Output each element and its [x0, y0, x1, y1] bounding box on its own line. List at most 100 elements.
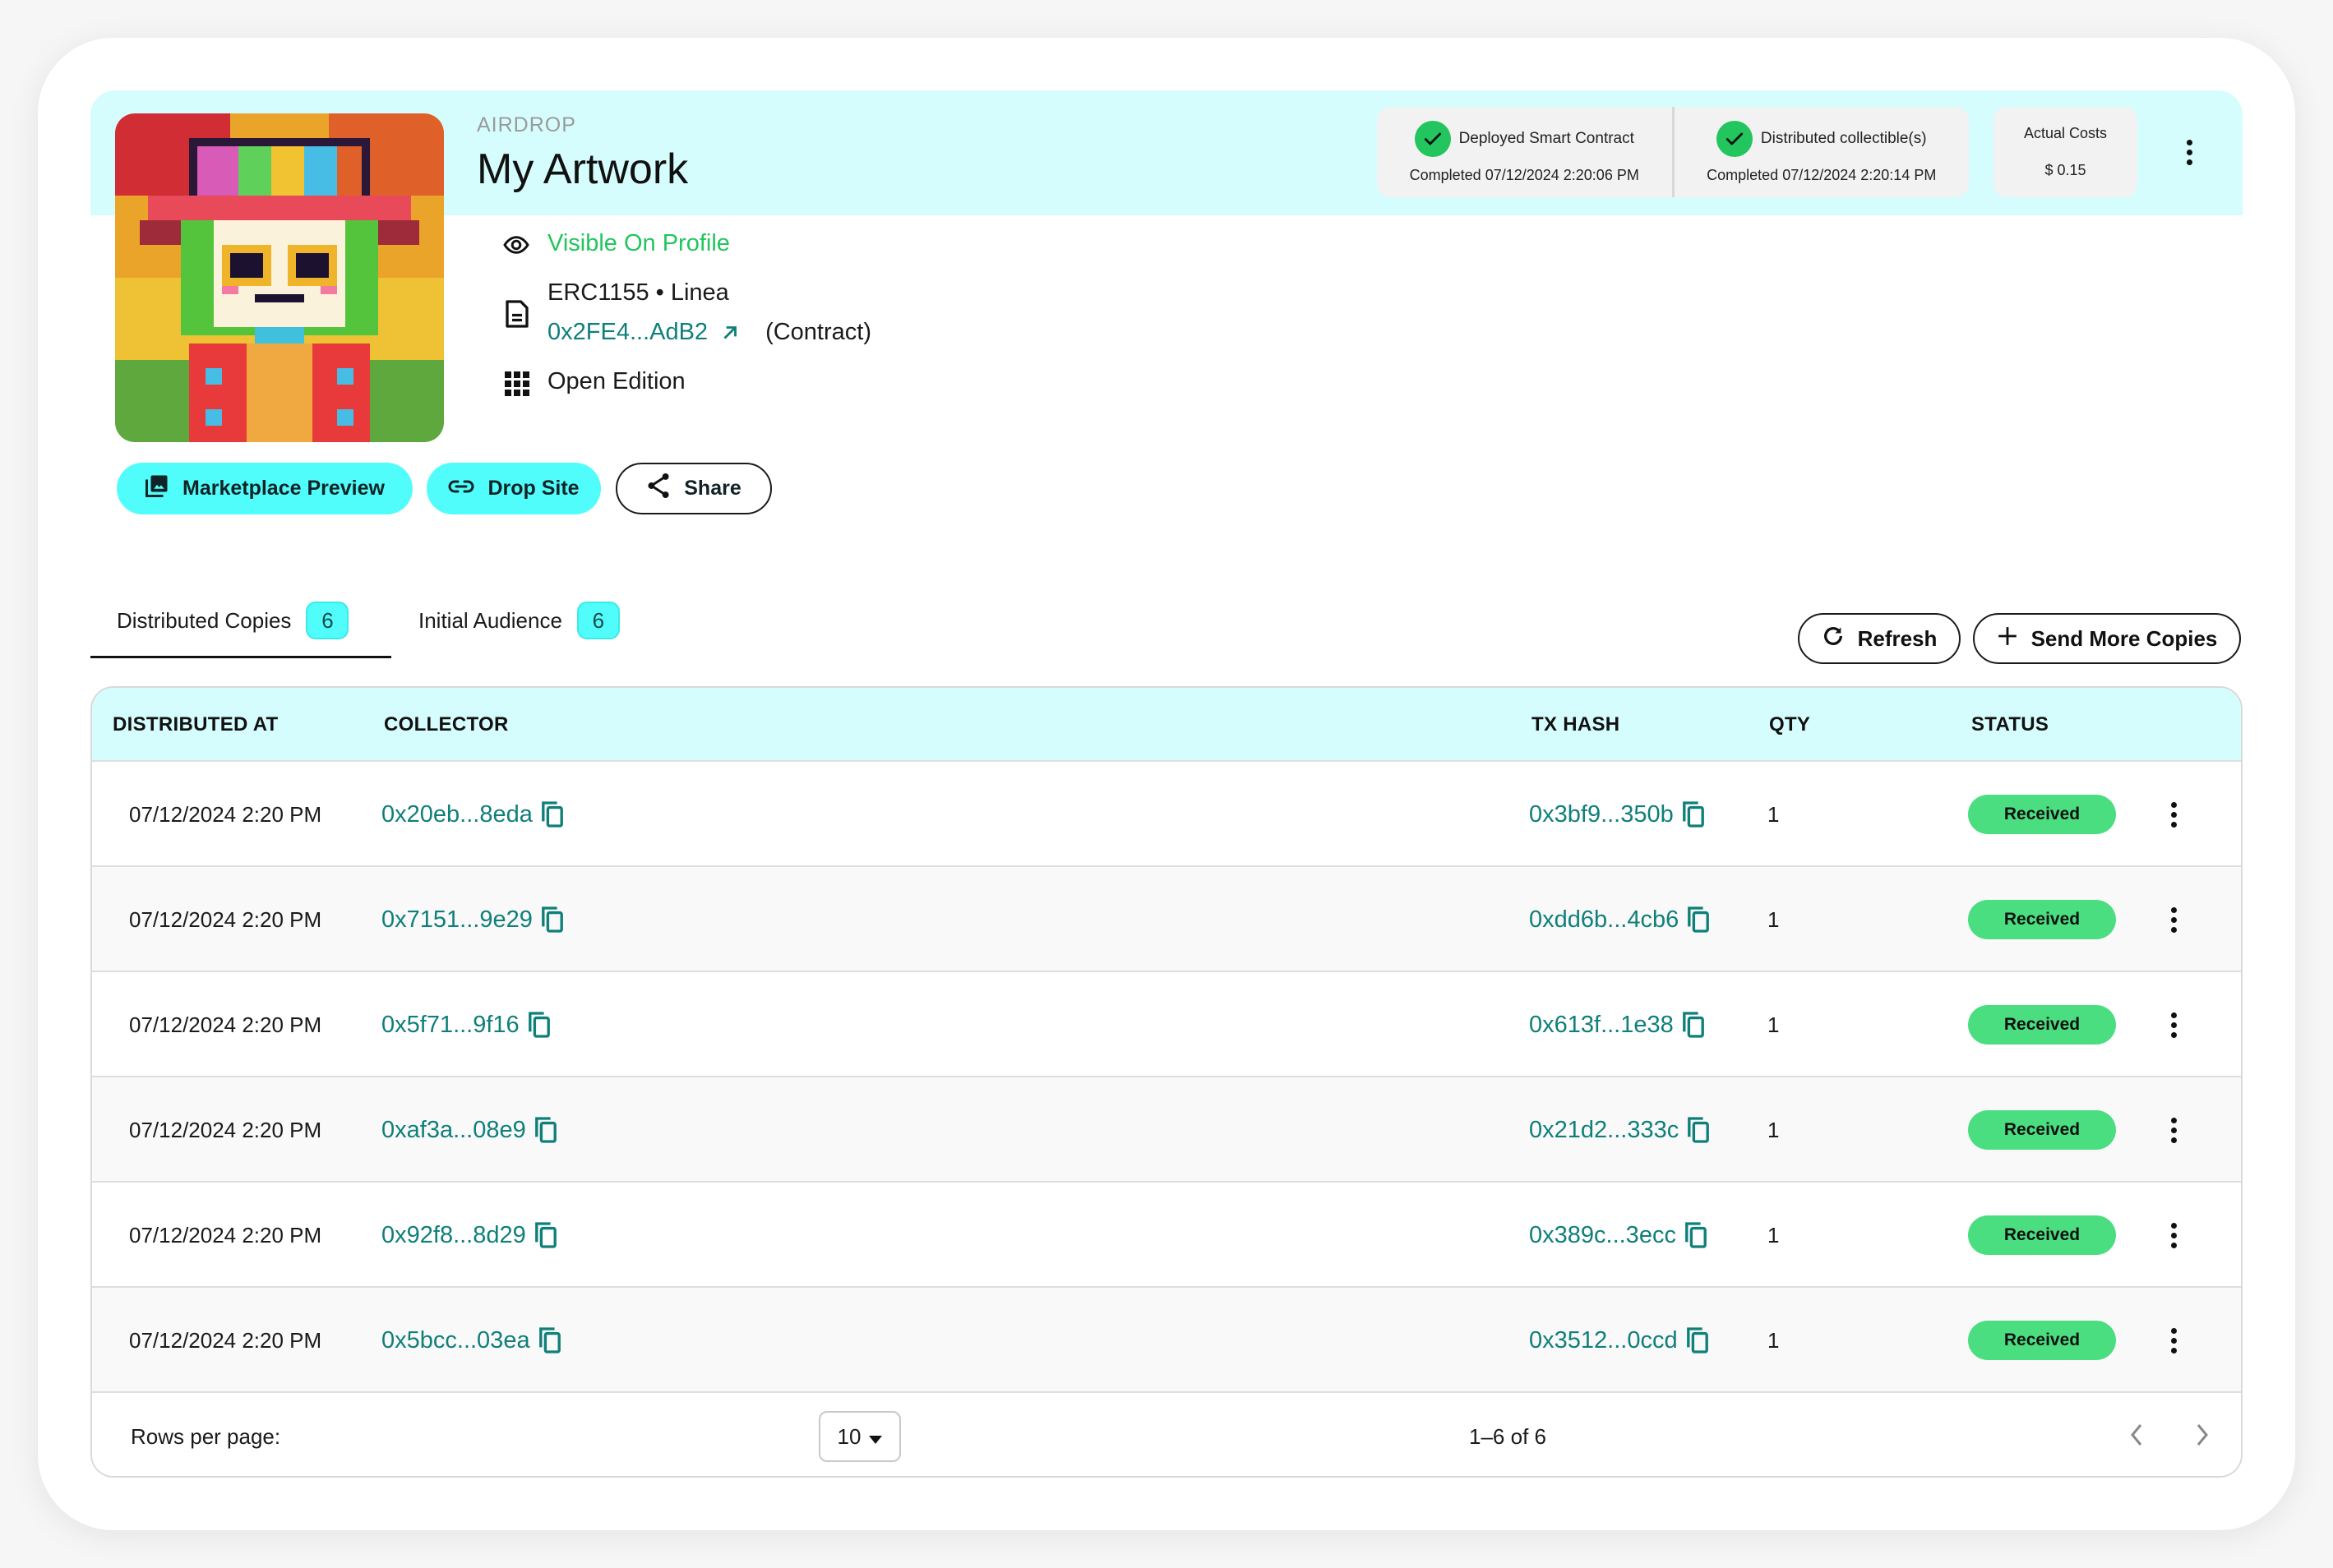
qty-cell: 1	[1767, 906, 1780, 932]
status-step-timestamp: Completed 07/12/2024 2:20:06 PM	[1409, 166, 1639, 183]
tx-hash-link[interactable]: 0x21d2...333c	[1529, 1117, 1679, 1144]
row-actions-button[interactable]	[2161, 1109, 2186, 1151]
tab-distributed-copies[interactable]: Distributed Copies 6	[117, 600, 349, 641]
copy-icon[interactable]	[1686, 1326, 1709, 1354]
tx-hash-link[interactable]: 0x389c...3ecc	[1529, 1222, 1676, 1249]
more-vertical-icon	[2170, 1117, 2177, 1123]
status-badge: Received	[1968, 1321, 2116, 1360]
more-vertical-icon	[2170, 906, 2177, 913]
row-actions-button[interactable]	[2161, 794, 2186, 835]
copy-icon[interactable]	[541, 800, 564, 828]
drop-site-label: Drop Site	[487, 477, 580, 500]
qty-cell: 1	[1767, 1222, 1780, 1247]
check-circle-icon	[1716, 120, 1753, 157]
tab-label: Initial Audience	[418, 607, 562, 633]
tx-hash-link[interactable]: 0xdd6b...4cb6	[1529, 906, 1679, 934]
status-step-label: Deployed Smart Contract	[1458, 129, 1634, 147]
rows-per-page-label: Rows per page:	[131, 1424, 281, 1449]
eye-icon	[501, 232, 531, 262]
rows-per-page-select[interactable]: 10	[819, 1411, 901, 1462]
column-header-distributed-at[interactable]: DISTRIBUTED AT	[113, 688, 279, 762]
contract-address-link[interactable]: 0x2FE4...AdB2	[547, 319, 708, 346]
more-vertical-icon-dot	[2170, 1022, 2177, 1028]
more-vertical-icon-dot	[2170, 1127, 2177, 1133]
row-actions-button[interactable]	[2161, 1004, 2186, 1045]
qty-cell: 1	[1767, 1117, 1780, 1142]
qty-cell: 1	[1767, 1012, 1780, 1037]
collector-address-link[interactable]: 0x5bcc...03ea	[381, 1327, 530, 1354]
column-header-qty[interactable]: QTY	[1769, 688, 1810, 762]
tx-hash-link[interactable]: 0x613f...1e38	[1529, 1012, 1674, 1039]
drop-site-button[interactable]: Drop Site	[427, 463, 601, 514]
copy-icon[interactable]	[534, 1116, 557, 1144]
copy-icon[interactable]	[1687, 906, 1710, 934]
tx-hash-link[interactable]: 0x3512...0ccd	[1529, 1327, 1678, 1354]
table-header: DISTRIBUTED AT COLLECTOR TX HASH QTY STA…	[92, 688, 2241, 762]
copy-icon[interactable]	[534, 1221, 557, 1249]
copy-icon[interactable]	[1684, 1221, 1707, 1249]
column-header-status[interactable]: STATUS	[1971, 688, 2049, 762]
next-page-button[interactable]	[2195, 1393, 2210, 1476]
status-badge: Received	[1968, 795, 2116, 834]
row-actions-button[interactable]	[2161, 899, 2186, 940]
more-vertical-icon-dot	[2170, 916, 2177, 923]
more-vertical-icon-dot	[2170, 926, 2177, 933]
collector-address-link[interactable]: 0x7151...9e29	[381, 906, 533, 934]
share-button[interactable]: Share	[616, 463, 772, 514]
more-vertical-icon-dot	[2170, 821, 2177, 828]
token-standard-chain: ERC1155 • Linea	[547, 279, 729, 306]
more-vertical-icon-dot	[2170, 1337, 2177, 1344]
visibility-status: Visible On Profile	[547, 230, 730, 256]
copy-icon[interactable]	[1682, 800, 1705, 828]
tab-label: Distributed Copies	[117, 607, 292, 633]
count-badge: 6	[576, 602, 620, 639]
send-more-copies-label: Send More Copies	[2030, 625, 2218, 651]
collector-address-link[interactable]: 0xaf3a...08e9	[381, 1117, 526, 1144]
marketplace-preview-button[interactable]: Marketplace Preview	[117, 463, 413, 514]
row-actions-button[interactable]	[2161, 1215, 2186, 1256]
more-options-button[interactable]	[2177, 131, 2201, 173]
distributed-at-cell: 07/12/2024 2:20 PM	[129, 1117, 322, 1142]
more-vertical-icon-dot	[2170, 811, 2177, 818]
collector-address-link[interactable]: 0x92f8...8d29	[381, 1222, 526, 1249]
refresh-button[interactable]: Refresh	[1798, 613, 1961, 664]
previous-page-button[interactable]	[2129, 1393, 2144, 1476]
copy-icon[interactable]	[538, 1326, 561, 1354]
copy-icon[interactable]	[528, 1011, 551, 1039]
collector-address-link[interactable]: 0x20eb...8eda	[381, 801, 533, 828]
send-more-copies-button[interactable]: Send More Copies	[1973, 613, 2241, 664]
contract-suffix: (Contract)	[765, 319, 871, 345]
chevron-right-icon	[2195, 1423, 2210, 1451]
copy-icon[interactable]	[1682, 1011, 1705, 1039]
qty-cell: 1	[1767, 801, 1780, 827]
tab-initial-audience[interactable]: Initial Audience 6	[418, 600, 620, 641]
table-pagination: Rows per page: 10 1–6 of 6	[92, 1391, 2241, 1476]
pagination-range: 1–6 of 6	[1469, 1424, 1546, 1449]
external-link-icon[interactable]	[719, 322, 741, 344]
chevron-left-icon	[2129, 1423, 2144, 1451]
document-icon	[505, 299, 529, 333]
table-row: 07/12/2024 2:20 PM 0xaf3a...08e9 0x21d2...…	[92, 1076, 2241, 1181]
status-badge: Received	[1968, 1005, 2116, 1045]
more-vertical-icon-dot	[2170, 1242, 2177, 1248]
status-badge: Received	[1968, 1110, 2116, 1150]
count-badge: 6	[306, 602, 349, 639]
drop-type-label: AIRDROP	[477, 113, 576, 136]
more-vertical-icon-dot	[2170, 1031, 2177, 1038]
distributed-copies-table: DISTRIBUTED AT COLLECTOR TX HASH QTY STA…	[90, 686, 2243, 1478]
collector-address-link[interactable]: 0x5f71...9f16	[381, 1012, 520, 1039]
actual-costs-label: Actual Costs	[2023, 125, 2108, 141]
copy-icon[interactable]	[1687, 1116, 1710, 1144]
column-header-tx-hash[interactable]: TX HASH	[1531, 688, 1619, 762]
copy-icon[interactable]	[541, 906, 564, 934]
check-circle-icon	[1414, 120, 1451, 157]
refresh-label: Refresh	[1857, 625, 1938, 651]
artwork-thumbnail[interactable]	[115, 113, 444, 442]
more-vertical-icon-dot	[2170, 1137, 2177, 1143]
tx-hash-link[interactable]: 0x3bf9...350b	[1529, 801, 1674, 828]
more-vertical-icon	[2186, 139, 2192, 145]
column-header-collector[interactable]: COLLECTOR	[384, 688, 509, 762]
caret-down-icon	[869, 1424, 883, 1450]
actual-costs-card: Actual Costs $ 0.15	[1993, 107, 2137, 197]
row-actions-button[interactable]	[2161, 1320, 2186, 1361]
